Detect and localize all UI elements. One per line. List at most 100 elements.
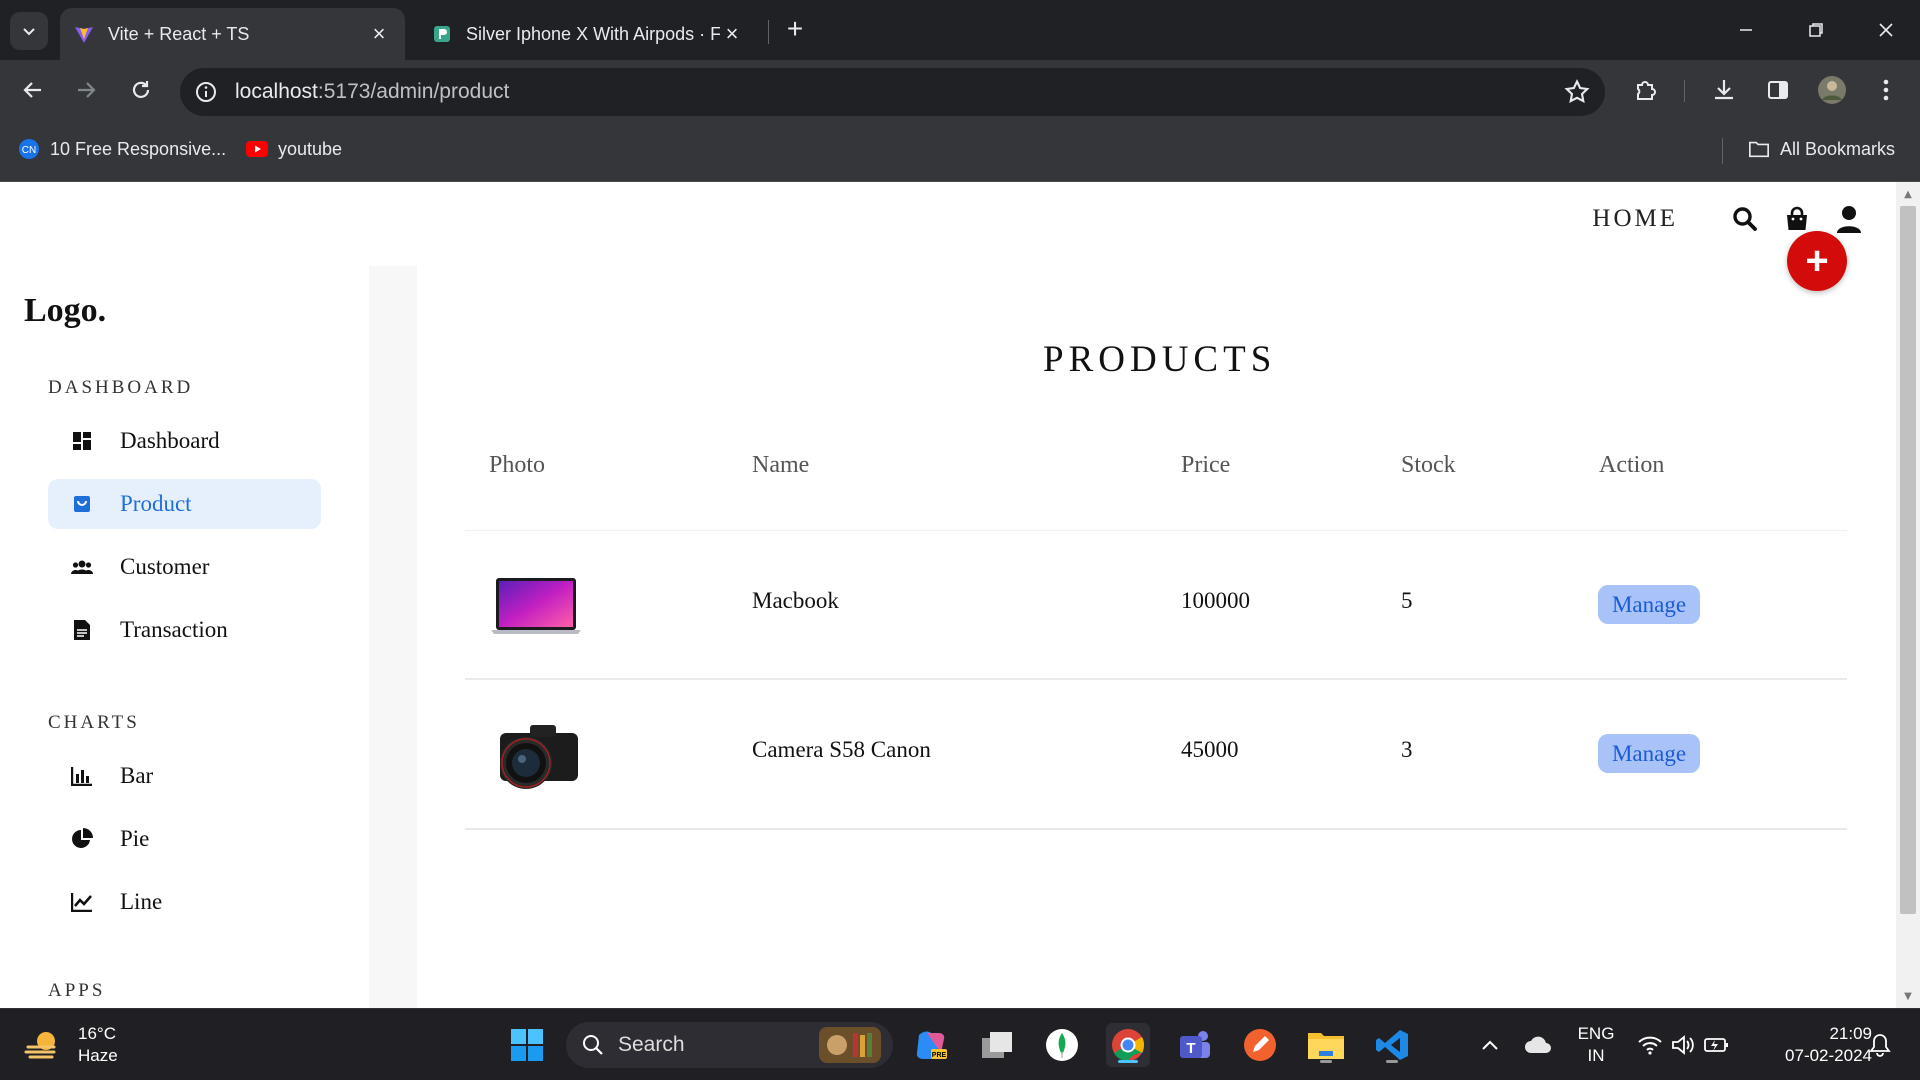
download-icon: [1715, 80, 1733, 100]
sidebar-item-label: Transaction: [120, 617, 228, 642]
browser-menu-button[interactable]: [1870, 74, 1902, 106]
shopping-bag-icon[interactable]: [1782, 204, 1812, 234]
extensions-button[interactable]: [1630, 74, 1662, 106]
scroll-down-arrow-icon[interactable]: ▼: [1900, 988, 1916, 1004]
close-tab-icon[interactable]: ×: [720, 21, 744, 46]
onedrive-button[interactable]: [1516, 1023, 1560, 1067]
reload-icon: [132, 81, 150, 98]
document-icon: [70, 618, 94, 642]
toolbar-divider: [1684, 80, 1685, 102]
notifications-button[interactable]: [1866, 1023, 1894, 1067]
youtube-icon: [246, 138, 268, 160]
profile-avatar[interactable]: [1816, 74, 1848, 106]
task-view-app[interactable]: [975, 1023, 1019, 1067]
url-text: localhost:5173/admin/product: [235, 80, 509, 104]
file-explorer-app[interactable]: [1304, 1023, 1348, 1067]
pie-chart-icon: [70, 827, 94, 851]
bookmark-label: youtube: [278, 138, 343, 159]
reload-button[interactable]: [123, 72, 159, 108]
column-header-stock[interactable]: Stock: [1401, 452, 1456, 479]
drawing-app[interactable]: [1238, 1023, 1282, 1067]
column-header-photo[interactable]: Photo: [489, 452, 545, 479]
cloud-icon: [1525, 1036, 1551, 1053]
site-info-icon[interactable]: [194, 80, 218, 104]
address-bar[interactable]: localhost:5173/admin/product: [180, 68, 1605, 116]
svg-text:T: T: [1186, 1040, 1195, 1057]
sidebar-item-transaction[interactable]: Transaction: [48, 605, 321, 655]
browser-tabstrip: Vite + React + TS × Silver Iphone X With…: [0, 0, 1920, 60]
taskbar-search[interactable]: Search: [566, 1022, 893, 1068]
tab-iphone[interactable]: Silver Iphone X With Airpods · F ×: [418, 8, 758, 60]
teams-app[interactable]: T: [1172, 1023, 1216, 1067]
back-button[interactable]: [15, 72, 51, 108]
forward-button[interactable]: [68, 72, 104, 108]
copilot-app[interactable]: PRE: [909, 1023, 953, 1067]
bookmarks-bar: CN 10 Free Responsive... youtube All Boo…: [0, 120, 1920, 182]
scroll-up-arrow-icon[interactable]: ▲: [1900, 186, 1916, 202]
search-icon[interactable]: [1730, 204, 1760, 234]
side-panel-button[interactable]: [1762, 74, 1794, 106]
sidebar-item-label: Bar: [120, 763, 154, 788]
start-button[interactable]: [505, 1023, 549, 1067]
tab-vite[interactable]: Vite + React + TS ×: [60, 8, 405, 60]
all-bookmarks-button[interactable]: All Bookmarks: [1748, 138, 1895, 160]
column-header-name[interactable]: Name: [752, 452, 809, 479]
copilot-icon: PRE: [916, 1031, 947, 1059]
new-tab-button[interactable]: +: [780, 13, 810, 44]
url-path: :5173/admin/product: [317, 80, 510, 103]
search-highlight-icon: [819, 1027, 881, 1063]
add-product-button[interactable]: +: [1787, 231, 1847, 291]
clock-time: 21:09: [1829, 1024, 1872, 1043]
weather-temperature: 16°C: [78, 1024, 116, 1043]
vscode-app[interactable]: [1370, 1023, 1414, 1067]
restore-button[interactable]: [1786, 10, 1846, 50]
product-name: Camera S58 Canon: [752, 737, 931, 762]
weather-widget[interactable]: 16°C Haze: [24, 1023, 118, 1067]
home-link[interactable]: HOME: [1592, 205, 1678, 233]
bag-icon: [70, 492, 94, 516]
minimize-button[interactable]: [1716, 10, 1776, 50]
chrome-app[interactable]: [1106, 1023, 1150, 1067]
chrome-icon: [1112, 1029, 1145, 1062]
bookmark-item[interactable]: youtube: [246, 138, 342, 160]
table-row: Camera S58 Canon 45000 3 Manage: [465, 680, 1847, 830]
tab-search-button[interactable]: [10, 12, 48, 50]
sidebar-item-product[interactable]: Product: [48, 479, 321, 529]
column-header-action[interactable]: Action: [1599, 452, 1664, 479]
close-icon: [1879, 23, 1893, 37]
bookmark-star-icon[interactable]: [1563, 78, 1591, 106]
sidebar-item-pie[interactable]: Pie: [48, 814, 321, 864]
manage-button[interactable]: Manage: [1598, 734, 1700, 773]
manage-button[interactable]: Manage: [1598, 585, 1700, 624]
running-indicator: [1386, 1060, 1398, 1063]
column-header-price[interactable]: Price: [1181, 452, 1230, 479]
clock[interactable]: 21:09 07-02-2024: [1752, 1023, 1872, 1067]
sidebar-item-line[interactable]: Line: [48, 877, 321, 927]
bookmarks-divider: [1722, 138, 1723, 164]
search-label: Search: [618, 1033, 685, 1056]
user-icon[interactable]: [1834, 204, 1864, 234]
sidebar-item-dashboard[interactable]: Dashboard: [48, 416, 321, 466]
section-heading-dashboard: DASHBOARD: [48, 377, 194, 398]
all-bookmarks-label: All Bookmarks: [1780, 138, 1896, 159]
close-window-button[interactable]: [1856, 10, 1916, 50]
system-tray-status[interactable]: [1628, 1023, 1738, 1067]
product-price: 100000: [1181, 588, 1250, 613]
bookmark-item[interactable]: CN 10 Free Responsive...: [18, 138, 226, 160]
weather-description: Haze: [78, 1046, 118, 1065]
section-heading-charts: CHARTS: [48, 712, 140, 733]
mongodb-app[interactable]: [1040, 1023, 1084, 1067]
scrollbar-thumb[interactable]: [1900, 206, 1916, 914]
show-hidden-icons-button[interactable]: [1468, 1023, 1512, 1067]
language-indicator[interactable]: ENG IN: [1574, 1023, 1618, 1067]
task-view-icon: [982, 1032, 1012, 1058]
taskbar: 16°C Haze Search PRE T ENG IN 21:09 07-0…: [0, 1008, 1920, 1080]
downloads-button[interactable]: [1708, 74, 1740, 106]
running-indicator: [1320, 1060, 1332, 1063]
language-code: ENG: [1577, 1024, 1615, 1043]
active-indicator: [1118, 1060, 1138, 1063]
close-tab-icon[interactable]: ×: [367, 21, 391, 46]
minimize-icon: [1740, 29, 1752, 31]
sidebar-item-customer[interactable]: Customer: [48, 542, 321, 592]
sidebar-item-bar[interactable]: Bar: [48, 751, 321, 801]
